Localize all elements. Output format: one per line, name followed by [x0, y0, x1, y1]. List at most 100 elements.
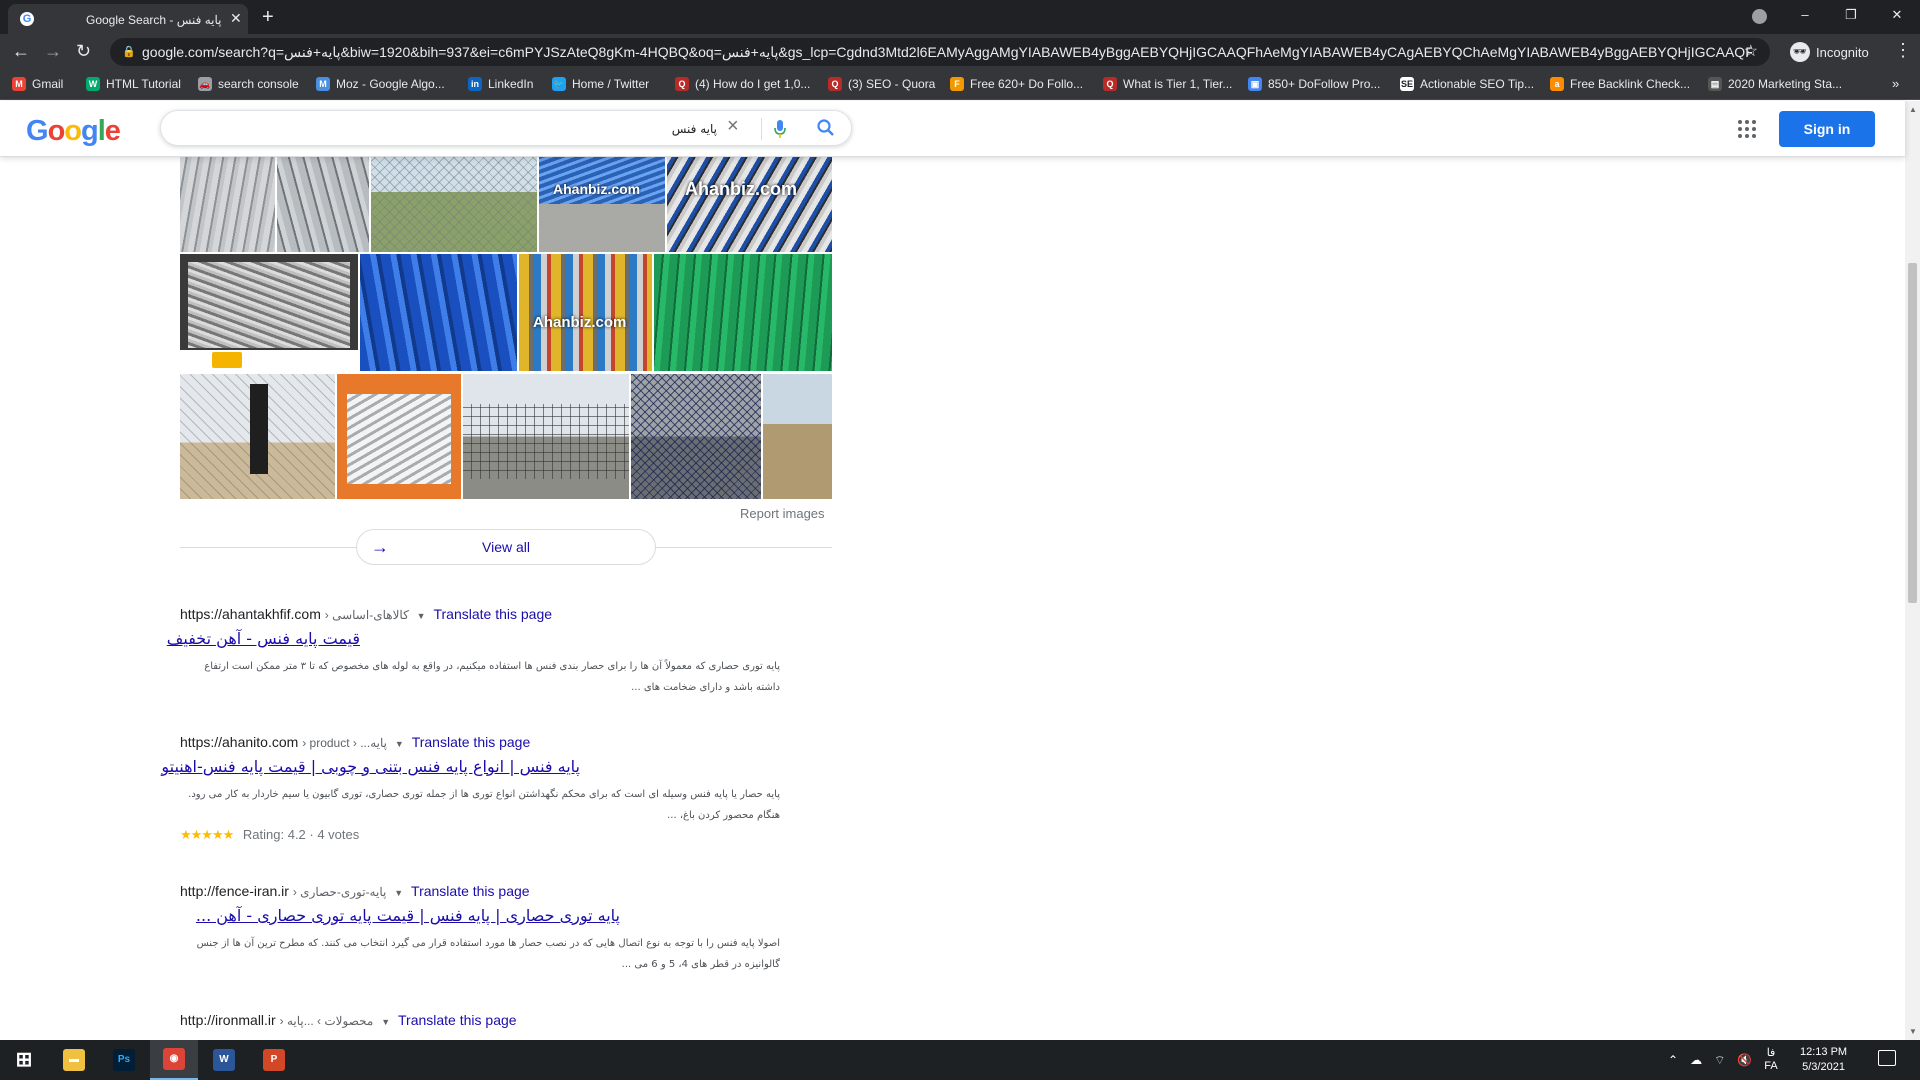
image-thumbnail[interactable]: [371, 155, 537, 252]
translate-link[interactable]: Translate this page: [398, 1012, 517, 1028]
close-window-button[interactable]: ✕: [1874, 0, 1920, 32]
bookmark-item[interactable]: ▣ 850+ DoFollow Pro...: [1248, 77, 1380, 91]
twitter-icon: 🐦: [552, 77, 566, 91]
address-bar[interactable]: 🔒 google.com/search?q=پایه+فنس&biw=1920&…: [110, 38, 1770, 66]
bookmark-label: Free 620+ Do Follo...: [970, 77, 1084, 91]
dropdown-triangle-icon[interactable]: ▼: [394, 888, 403, 898]
language-indicator[interactable]: فا FA: [1764, 1047, 1777, 1073]
result-title-link[interactable]: پایه توری حصاری | پایه فنس | قیمت پایه ت…: [180, 906, 620, 925]
microphone-icon[interactable]: [773, 119, 787, 139]
view-all-button[interactable]: → View all: [356, 529, 656, 565]
image-thumbnail[interactable]: [463, 374, 629, 499]
arrow-right-icon: →: [371, 537, 389, 557]
reload-icon[interactable]: ↻: [76, 41, 91, 62]
network-icon[interactable]: ⌔: [1714, 1053, 1725, 1068]
result-title-link[interactable]: پایه فنس | انواع پایه فنس بتنی و چوبی | …: [161, 757, 580, 776]
new-tab-button[interactable]: +: [262, 6, 274, 29]
chevron-up-icon[interactable]: ⌃: [1668, 1053, 1678, 1067]
result-title-link[interactable]: قیمت پایه فنس - آهن تخفیف: [167, 629, 360, 648]
lock-icon[interactable]: 🔒: [122, 38, 136, 66]
clock-time: 12:13 PM: [1800, 1046, 1848, 1058]
word-taskbar-button[interactable]: W: [200, 1040, 248, 1080]
search-input[interactable]: [177, 117, 717, 141]
bookmark-item[interactable]: in LinkedIn: [468, 77, 533, 91]
bookmark-item[interactable]: a Free Backlink Check...: [1550, 77, 1690, 91]
translate-link[interactable]: Translate this page: [412, 734, 531, 750]
chrome-taskbar-button[interactable]: ◉: [150, 1040, 198, 1080]
browser-tab[interactable]: G Google Search - پایه فنس ✕: [8, 4, 248, 34]
image-thumbnail[interactable]: [654, 254, 832, 371]
google-apps-icon[interactable]: [1738, 120, 1756, 138]
image-thumbnail[interactable]: [180, 374, 335, 499]
bookmark-item[interactable]: Q (3) SEO - Quora: [828, 77, 935, 91]
report-images-link[interactable]: Report images: [740, 506, 825, 521]
search-result: http://ironmall.ir › محصولات › ...پایه ▼…: [180, 1012, 780, 1028]
file-explorer-taskbar-button[interactable]: ▬: [50, 1040, 98, 1080]
back-arrow-icon[interactable]: ←: [12, 41, 30, 62]
url-text[interactable]: google.com/search?q=پایه+فنس&biw=1920&bi…: [142, 38, 1752, 66]
scroll-up-arrow-icon[interactable]: ▲: [1909, 105, 1917, 114]
bookmark-item[interactable]: F Free 620+ Do Follo...: [950, 77, 1083, 91]
notification-center-icon[interactable]: [1878, 1050, 1896, 1066]
image-thumbnail[interactable]: Ahanbiz.com: [539, 155, 665, 252]
bookmark-item[interactable]: 🐦 Home / Twitter: [552, 77, 649, 91]
forward-arrow-icon[interactable]: →: [44, 41, 62, 62]
search-icon[interactable]: [816, 118, 836, 138]
scrollbar-thumb[interactable]: [1908, 263, 1917, 603]
translate-link[interactable]: Translate this page: [411, 883, 530, 899]
image-thumbnail[interactable]: [180, 254, 358, 371]
photoshop-taskbar-button[interactable]: Ps: [100, 1040, 148, 1080]
image-thumbnail[interactable]: [180, 155, 275, 252]
search-box[interactable]: ×: [160, 110, 852, 146]
photoshop-icon: Ps: [113, 1049, 135, 1071]
bookmark-item[interactable]: Q What is Tier 1, Tier...: [1103, 77, 1232, 91]
image-thumbnail[interactable]: [360, 254, 517, 371]
image-thumbnail[interactable]: Ahanbiz.com: [519, 254, 652, 371]
bookmark-item[interactable]: W HTML Tutorial: [86, 77, 181, 91]
dropdown-triangle-icon[interactable]: ▼: [381, 1017, 390, 1027]
logo-letter: o: [64, 115, 82, 147]
image-thumbnail[interactable]: [277, 155, 369, 252]
clock[interactable]: 12:13 PM 5/3/2021: [1800, 1045, 1847, 1075]
result-cite[interactable]: https://ahanito.com › product › ...پایه …: [180, 734, 780, 750]
scroll-down-arrow-icon[interactable]: ▼: [1909, 1027, 1917, 1036]
volume-muted-icon[interactable]: 🔇: [1737, 1053, 1752, 1067]
bookmark-label: (3) SEO - Quora: [848, 77, 936, 91]
translate-link[interactable]: Translate this page: [433, 606, 552, 622]
dropdown-triangle-icon[interactable]: ▼: [395, 739, 404, 749]
bookmark-item[interactable]: ▤ 2020 Marketing Sta...: [1708, 77, 1842, 91]
sign-in-button[interactable]: Sign in: [1779, 111, 1875, 147]
minimize-button[interactable]: –: [1782, 0, 1828, 32]
result-cite[interactable]: http://fence-iran.ir › پایه-توری-حصاری ▼…: [180, 883, 780, 899]
start-button-icon: ⊞: [15, 1049, 33, 1071]
incognito-profile-button[interactable]: 🕶 Incognito: [1790, 42, 1869, 62]
tab-search-icon[interactable]: [1752, 9, 1767, 24]
image-thumbnail[interactable]: [631, 374, 761, 499]
tab-close-icon[interactable]: ✕: [230, 10, 242, 27]
w3schools-icon: W: [86, 77, 100, 91]
bookmark-item[interactable]: 🚗 search console: [198, 77, 299, 91]
chrome-menu-icon[interactable]: ⋮: [1894, 40, 1912, 61]
result-cite[interactable]: https://ahantakhfif.com › کالاهای-اساسی …: [180, 606, 780, 622]
bookmark-star-icon[interactable]: ☆: [1744, 38, 1758, 66]
clear-search-icon[interactable]: ×: [727, 115, 739, 138]
image-thumbnail[interactable]: Ahanbiz.com: [667, 155, 832, 252]
result-domain: https://ahantakhfif.com: [180, 606, 321, 622]
onedrive-icon[interactable]: ☁: [1690, 1053, 1702, 1067]
image-thumbnail[interactable]: [337, 374, 461, 499]
result-domain: http://ironmall.ir: [180, 1012, 276, 1028]
bookmark-item[interactable]: M Moz - Google Algo...: [316, 77, 445, 91]
powerpoint-taskbar-button[interactable]: P: [250, 1040, 298, 1080]
result-cite[interactable]: http://ironmall.ir › محصولات › ...پایه ▼…: [180, 1012, 780, 1028]
start-button-taskbar-button[interactable]: ⊞: [0, 1040, 48, 1080]
restore-button[interactable]: ❐: [1828, 0, 1874, 32]
bookmarks-overflow-icon[interactable]: »: [1892, 76, 1899, 91]
image-thumbnail[interactable]: [763, 374, 832, 499]
bookmark-label: search console: [218, 77, 299, 91]
bookmark-item[interactable]: Q (4) How do I get 1,0...: [675, 77, 810, 91]
bookmark-item[interactable]: M Gmail: [12, 77, 63, 91]
page-scrollbar[interactable]: ▲ ▼: [1905, 101, 1920, 1040]
google-logo[interactable]: Google: [26, 115, 121, 148]
dropdown-triangle-icon[interactable]: ▼: [417, 611, 426, 621]
bookmark-item[interactable]: SE Actionable SEO Tip...: [1400, 77, 1534, 91]
